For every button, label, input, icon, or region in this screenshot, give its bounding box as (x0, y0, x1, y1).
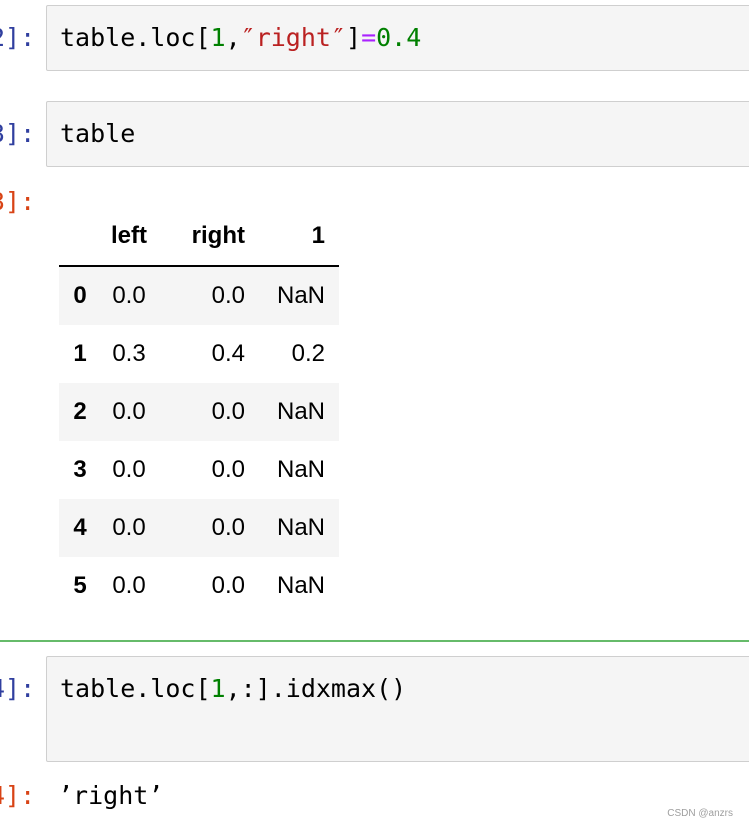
dataframe-table: left right 1 0 0.0 0.0 NaN 1 0.3 0.4 0.2… (59, 207, 339, 615)
cell-left: 0.0 (112, 514, 146, 541)
row-index: 4 (73, 514, 87, 541)
column-header-1: 1 (311, 222, 325, 249)
table-row: 5 0.0 0.0 NaN (59, 557, 339, 615)
cell-left: 0.3 (112, 340, 146, 367)
table-row: 3 0.0 0.0 NaN (59, 441, 339, 499)
cell-left: 0.0 (112, 572, 146, 599)
code-text: table.loc[1,:].idxmax() (60, 674, 407, 703)
table-row: 0 0.0 0.0 NaN (59, 266, 339, 325)
cell-left: 0.0 (112, 282, 146, 309)
output-text: ’right’ (58, 781, 164, 810)
code-text: table.loc[1,″right″]=0.4 (60, 23, 422, 52)
cell-right: 0.0 (211, 514, 245, 541)
code-cell-input[interactable]: table.loc[1,:].idxmax() (46, 656, 749, 762)
input-prompt: 3]: (0, 119, 36, 148)
row-index: 5 (73, 572, 87, 599)
active-cell-divider (0, 640, 749, 642)
table-row: 2 0.0 0.0 NaN (59, 383, 339, 441)
column-header-index (59, 207, 101, 266)
table-header-row: left right 1 (59, 207, 339, 266)
row-index: 2 (73, 398, 87, 425)
row-index: 0 (73, 282, 87, 309)
cell-1: NaN (276, 456, 325, 483)
row-index: 3 (73, 456, 87, 483)
input-prompt: 2]: (0, 23, 36, 52)
cell-left: 0.0 (112, 398, 146, 425)
cell-1: NaN (276, 398, 325, 425)
row-index: 1 (73, 340, 87, 367)
cell-right: 0.0 (211, 572, 245, 599)
cell-right: 0.0 (211, 282, 245, 309)
output-prompt: 4]: (0, 781, 36, 810)
cell-left: 0.0 (112, 456, 146, 483)
output-prompt: 3]: (0, 187, 36, 216)
cell-right: 0.4 (211, 340, 245, 367)
cell-right: 0.0 (211, 456, 245, 483)
cell-1: NaN (276, 572, 325, 599)
cell-right: 0.0 (211, 398, 245, 425)
code-cell-input[interactable]: table.loc[1,″right″]=0.4 (46, 5, 749, 71)
cell-1: 0.2 (291, 340, 325, 367)
code-text: table (60, 119, 136, 148)
cell-1: NaN (276, 514, 325, 541)
cell-1: NaN (276, 282, 325, 309)
table-row: 4 0.0 0.0 NaN (59, 499, 339, 557)
table-row: 1 0.3 0.4 0.2 (59, 325, 339, 383)
column-header-right: right (191, 222, 245, 249)
input-prompt: 4]: (0, 674, 36, 703)
code-cell-input[interactable]: table (46, 101, 749, 167)
column-header-left: left (111, 222, 147, 249)
watermark: CSDN @anzrs (667, 808, 733, 819)
